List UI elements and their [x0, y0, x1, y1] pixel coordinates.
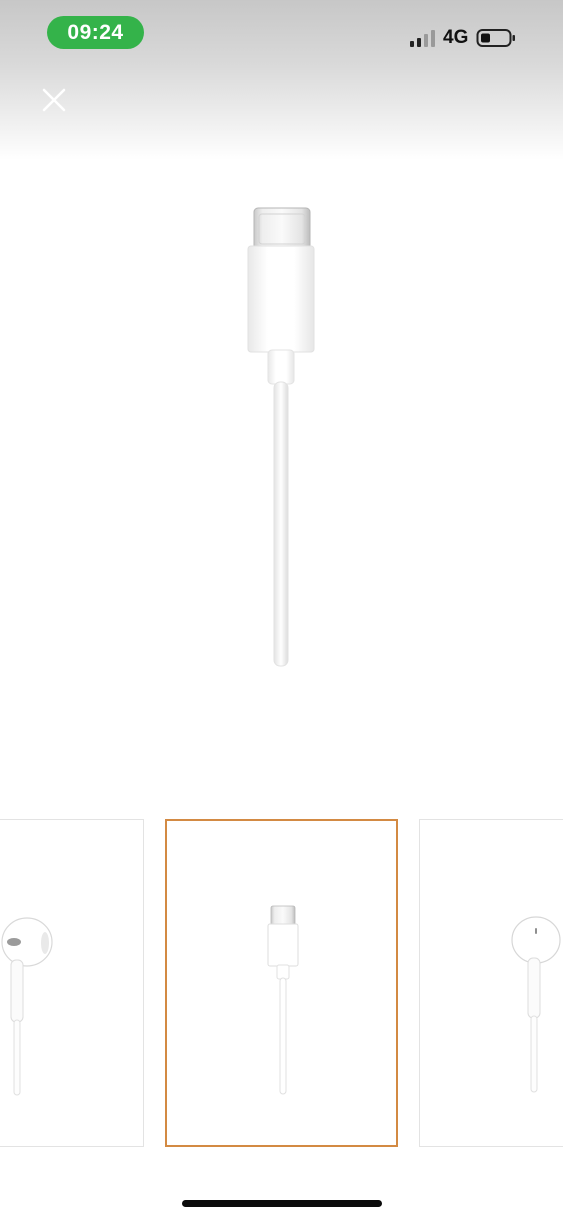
close-icon [42, 88, 66, 112]
close-button[interactable] [39, 85, 69, 115]
thumbnail-usb-c-connector[interactable] [165, 819, 398, 1147]
main-product-image[interactable] [0, 160, 563, 780]
usb-c-earpods-thumbnail-image [267, 905, 299, 1095]
home-indicator[interactable] [182, 1200, 382, 1207]
thumbnail-earbud-right[interactable] [419, 819, 563, 1147]
network-type: 4G [443, 27, 469, 48]
earpods-right-image [511, 916, 561, 1093]
thumbnail-earbud-left[interactable] [0, 819, 144, 1147]
earpods-left-image [1, 917, 53, 1096]
status-indicators: 4G [410, 24, 516, 52]
status-time: 09:24 [47, 16, 144, 49]
usb-c-earpods-image [247, 207, 315, 667]
thumbnail-strip [0, 819, 563, 1149]
battery-icon [476, 29, 516, 47]
signal-bars-icon [410, 29, 435, 47]
